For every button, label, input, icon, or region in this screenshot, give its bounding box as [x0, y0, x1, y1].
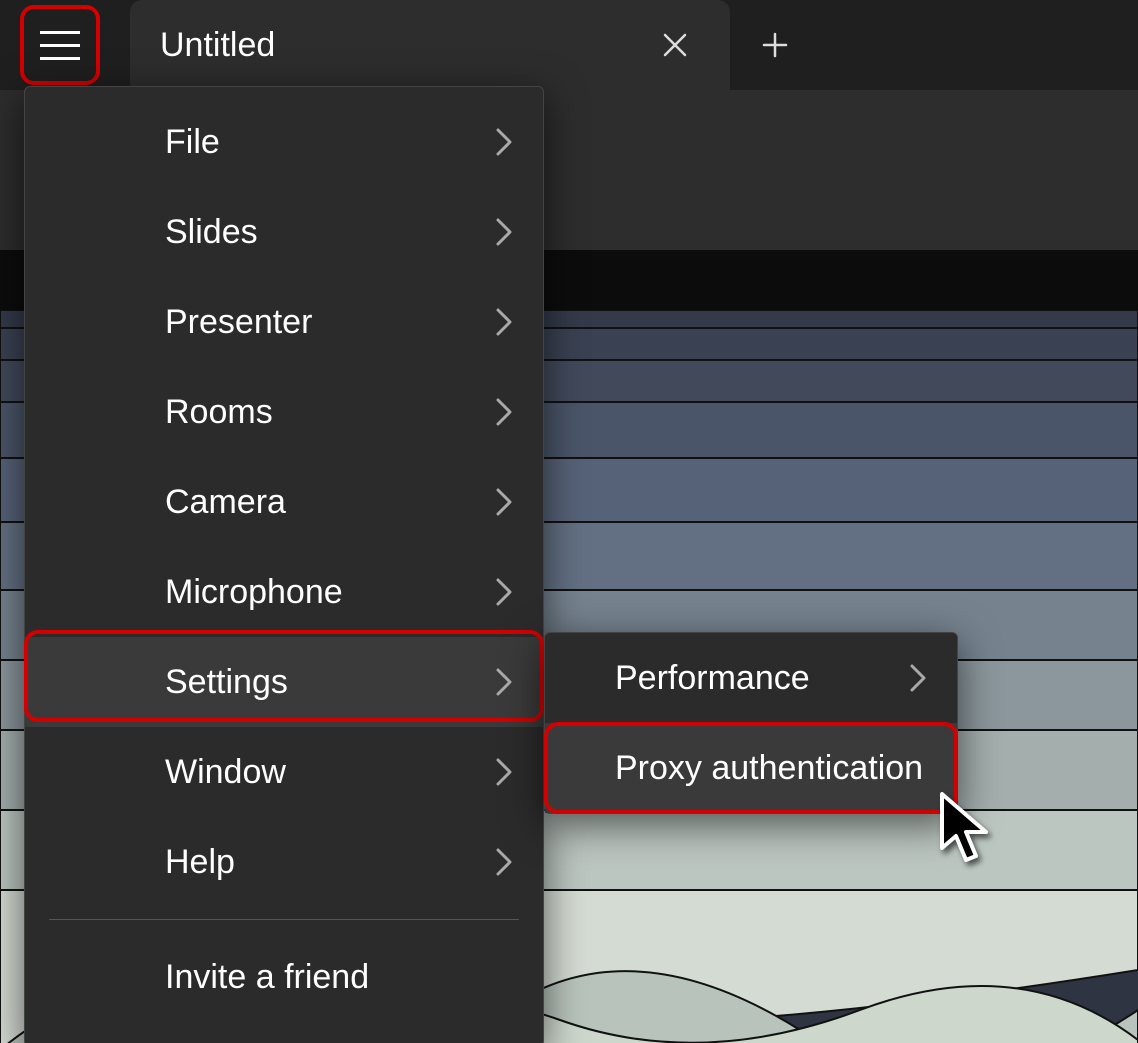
hamburger-menu-button[interactable]: [20, 5, 100, 85]
menu-item-label: Help: [165, 843, 235, 882]
menu-item-presenter[interactable]: Presenter: [25, 277, 543, 367]
menu-item-microphone[interactable]: Microphone: [25, 547, 543, 637]
chevron-right-icon: [909, 663, 927, 693]
chevron-right-icon: [495, 307, 513, 337]
menu-item-label: Presenter: [165, 303, 312, 342]
menu-item-camera[interactable]: Camera: [25, 457, 543, 547]
menu-item-label: Settings: [165, 663, 288, 702]
submenu-item-proxy-authentication[interactable]: Proxy authentication: [545, 723, 957, 813]
menu-item-label: Invite a friend: [165, 958, 369, 997]
menu-item-label: Microphone: [165, 573, 343, 612]
menu-item-label: Camera: [165, 483, 286, 522]
chevron-right-icon: [495, 847, 513, 877]
main-menu: File Slides Presenter Rooms Camera Micro…: [24, 86, 544, 1043]
menu-item-settings[interactable]: Settings: [25, 637, 543, 727]
menu-item-rooms[interactable]: Rooms: [25, 367, 543, 457]
chevron-right-icon: [495, 487, 513, 517]
menu-item-label: Rooms: [165, 393, 273, 432]
menu-item-label: File: [165, 123, 220, 162]
document-tab[interactable]: Untitled: [130, 0, 730, 90]
close-tab-button[interactable]: [650, 20, 700, 70]
menu-item-label: Slides: [165, 213, 258, 252]
settings-submenu: Performance Proxy authentication: [544, 632, 958, 814]
new-tab-button[interactable]: [730, 0, 820, 90]
tab-title: Untitled: [160, 26, 650, 65]
menu-item-file[interactable]: File: [25, 97, 543, 187]
menu-separator: [49, 919, 519, 920]
chevron-right-icon: [495, 127, 513, 157]
title-bar: Untitled: [0, 0, 1138, 90]
menu-item-label: Window: [165, 753, 286, 792]
menu-item-window[interactable]: Window: [25, 727, 543, 817]
menu-item-slides[interactable]: Slides: [25, 187, 543, 277]
menu-item-invite-friend[interactable]: Invite a friend: [25, 932, 543, 1022]
submenu-item-performance[interactable]: Performance: [545, 633, 957, 723]
menu-item-label: Proxy authentication: [615, 749, 923, 788]
chevron-right-icon: [495, 757, 513, 787]
menu-item-label: Performance: [615, 659, 810, 698]
chevron-right-icon: [495, 667, 513, 697]
chevron-right-icon: [495, 577, 513, 607]
chevron-right-icon: [495, 217, 513, 247]
chevron-right-icon: [495, 397, 513, 427]
menu-item-help[interactable]: Help: [25, 817, 543, 907]
